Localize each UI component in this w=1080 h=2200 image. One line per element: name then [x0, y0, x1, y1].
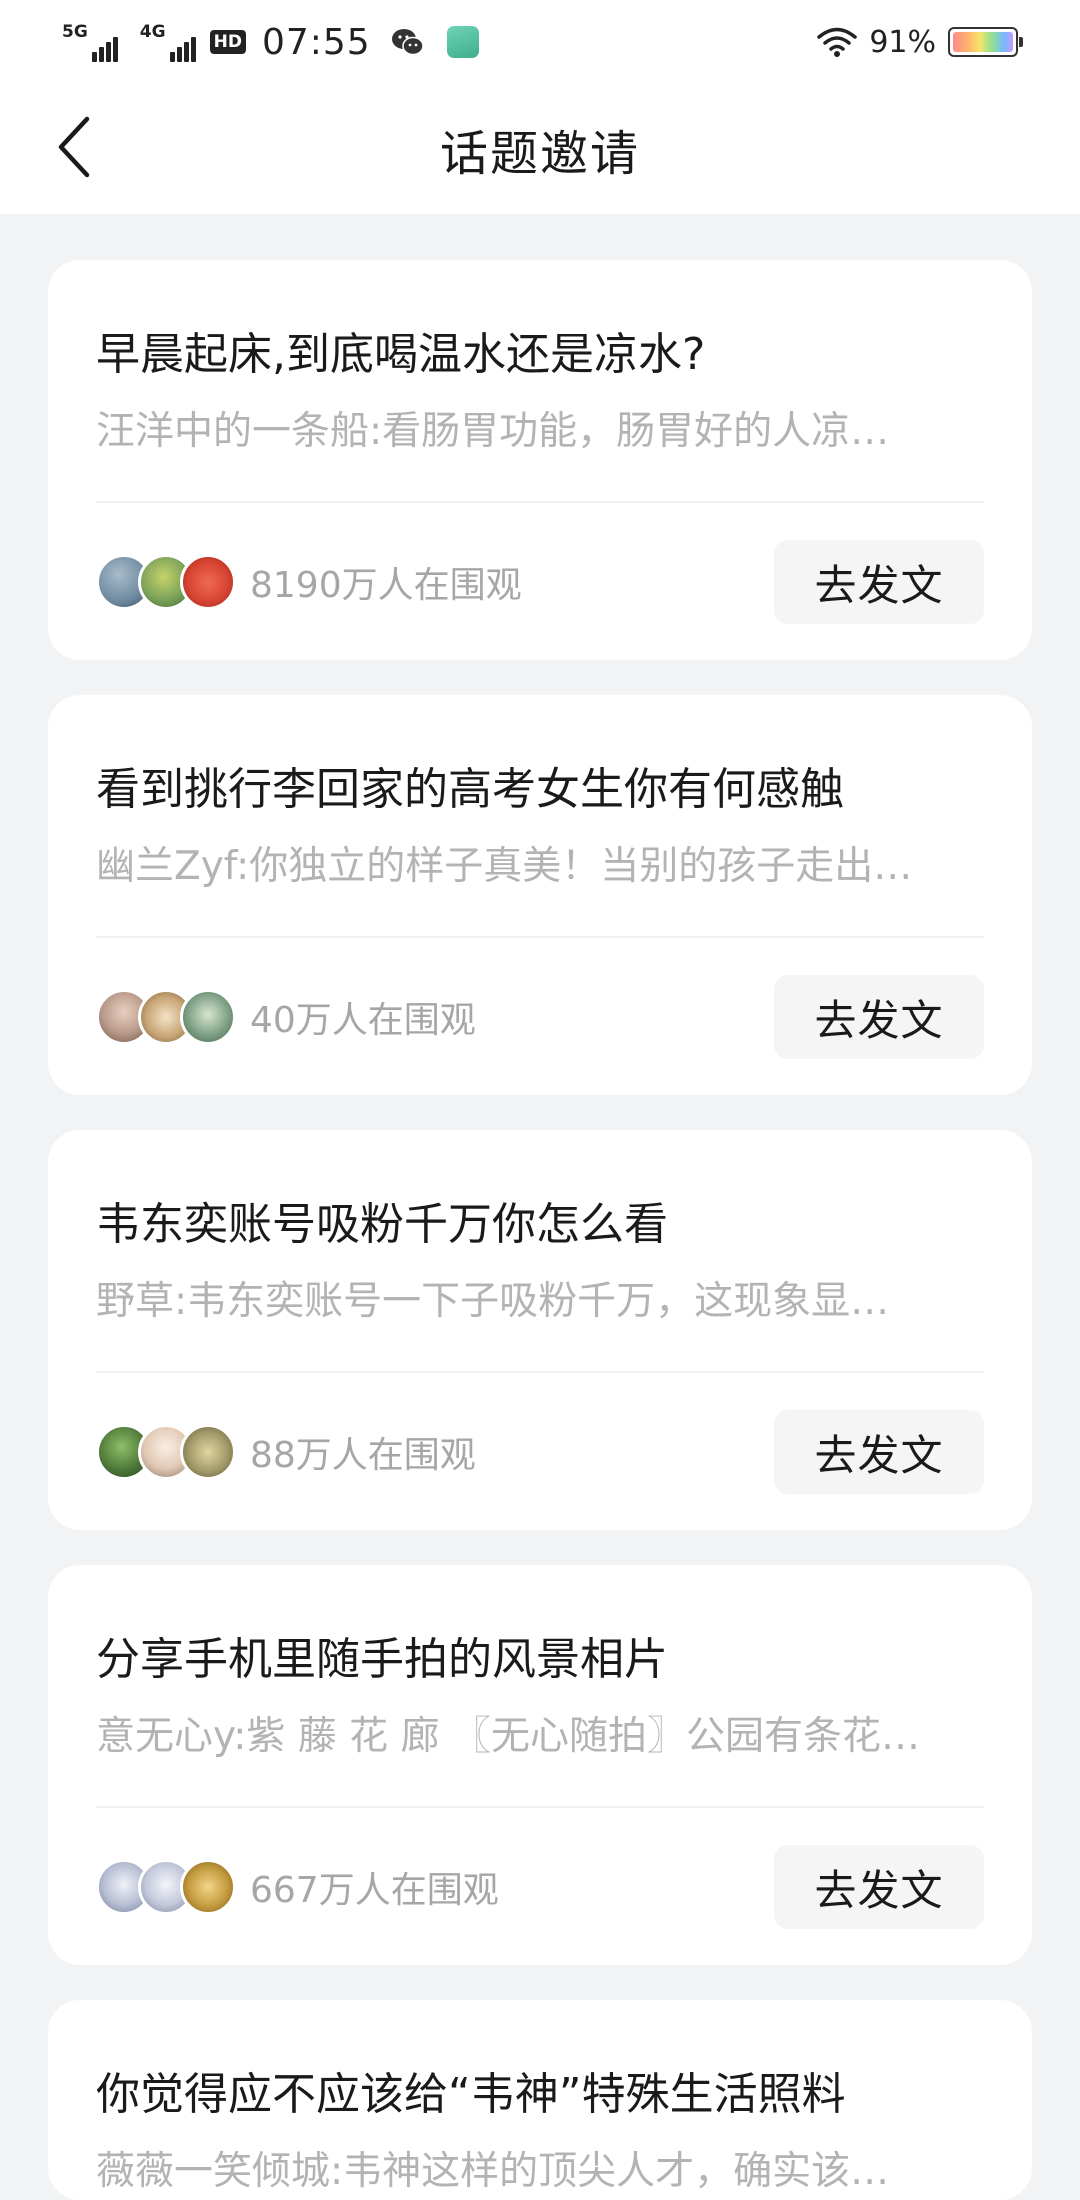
sim2-signal: 4G — [140, 22, 196, 62]
topic-title[interactable]: 韦东奕账号吸粉千万你怎么看 — [96, 1188, 992, 1252]
sim1-label: 5G — [62, 22, 88, 42]
topic-footer: 40万人在围观 去发文 — [96, 975, 984, 1059]
status-left: 5G 4G HD 07:55 — [62, 22, 479, 63]
topic-title[interactable]: 早晨起床,到底喝温水还是凉水? — [96, 318, 992, 382]
post-button[interactable]: 去发文 — [774, 1845, 984, 1929]
app-notification-icon — [446, 26, 479, 58]
back-button[interactable] — [40, 112, 110, 182]
divider — [96, 501, 984, 503]
topic-list: 早晨起床,到底喝温水还是凉水? 汪洋中的一条船:看肠胃功能，肠胃好的人凉… 81… — [48, 260, 1032, 2200]
divider — [96, 1806, 984, 1808]
divider — [96, 936, 984, 938]
avatar-stack — [96, 1859, 236, 1915]
topic-card[interactable]: 你觉得应不应该给“韦神”特殊生活照料 薇薇一笑倾城:韦神这样的顶尖人才，确实该… — [48, 2000, 1032, 2200]
avatar-stack — [96, 554, 236, 610]
signal-bar — [176, 47, 182, 62]
page-title: 话题邀请 — [439, 126, 640, 182]
avatar — [180, 554, 236, 610]
topic-footer: 667万人在围观 去发文 — [96, 1845, 984, 1929]
divider — [96, 1371, 984, 1373]
avatar — [180, 989, 236, 1045]
signal-bar — [105, 42, 111, 62]
viewer-count: 40万人在围观 — [250, 1000, 476, 1041]
nav-bar: 话题邀请 — [0, 84, 1080, 214]
topic-title[interactable]: 看到挑行李回家的高考女生你有何感触 — [96, 753, 992, 817]
avatar-stack — [96, 1424, 236, 1480]
topic-card[interactable]: 分享手机里随手拍的风景相片 意无心y:紫 藤 花 廊 〖无心随拍〗公园有条花… … — [48, 1565, 1032, 1965]
status-bar: 5G 4G HD 07:55 91% — [0, 0, 1080, 84]
wifi-icon — [817, 27, 858, 57]
topic-snippet[interactable]: 薇薇一笑倾城:韦神这样的顶尖人才，确实该… — [96, 2140, 976, 2196]
hd-voice-badge: HD — [209, 30, 246, 54]
battery-level — [953, 32, 1013, 52]
signal-bar — [91, 52, 97, 62]
topic-title[interactable]: 你觉得应不应该给“韦神”特殊生活照料 — [96, 2058, 992, 2122]
viewer-count: 8190万人在围观 — [250, 565, 522, 606]
signal-bar — [112, 37, 118, 62]
topic-title[interactable]: 分享手机里随手拍的风景相片 — [96, 1623, 992, 1687]
avatar — [180, 1859, 236, 1915]
battery-percent: 91% — [869, 24, 936, 60]
avatar-stack — [96, 989, 236, 1045]
topic-snippet[interactable]: 野草:韦东奕账号一下子吸粉千万，这现象显… — [96, 1270, 976, 1326]
chevron-left-icon — [58, 116, 90, 178]
viewer-count: 667万人在围观 — [250, 1870, 499, 1911]
topic-footer: 8190万人在围观 去发文 — [96, 540, 984, 624]
topic-card[interactable]: 看到挑行李回家的高考女生你有何感触 幽兰Zyf:你独立的样子真美！当别的孩子走出… — [48, 695, 1032, 1095]
topic-snippet[interactable]: 幽兰Zyf:你独立的样子真美！当别的孩子走出… — [96, 835, 976, 891]
post-button[interactable]: 去发文 — [774, 540, 984, 624]
post-button[interactable]: 去发文 — [774, 1410, 984, 1494]
battery-icon — [948, 27, 1023, 57]
avatar — [180, 1424, 236, 1480]
post-button[interactable]: 去发文 — [774, 975, 984, 1059]
signal-bar — [190, 37, 196, 62]
signal-bar — [169, 52, 175, 62]
signal-bar — [98, 47, 104, 62]
topic-snippet[interactable]: 意无心y:紫 藤 花 廊 〖无心随拍〗公园有条花… — [96, 1705, 976, 1761]
sim1-signal: 5G — [62, 22, 118, 62]
wechat-icon — [391, 29, 424, 56]
signal-bar — [183, 42, 189, 62]
status-right: 91% — [817, 24, 1023, 60]
topic-card[interactable]: 韦东奕账号吸粉千万你怎么看 野草:韦东奕账号一下子吸粉千万，这现象显… 88万人… — [48, 1130, 1032, 1530]
topic-footer: 88万人在围观 去发文 — [96, 1410, 984, 1494]
sim2-label: 4G — [139, 22, 166, 42]
topic-snippet[interactable]: 汪洋中的一条船:看肠胃功能，肠胃好的人凉… — [96, 400, 976, 456]
viewer-count: 88万人在围观 — [250, 1435, 476, 1476]
topic-card[interactable]: 早晨起床,到底喝温水还是凉水? 汪洋中的一条船:看肠胃功能，肠胃好的人凉… 81… — [48, 260, 1032, 660]
clock: 07:55 — [261, 21, 371, 63]
